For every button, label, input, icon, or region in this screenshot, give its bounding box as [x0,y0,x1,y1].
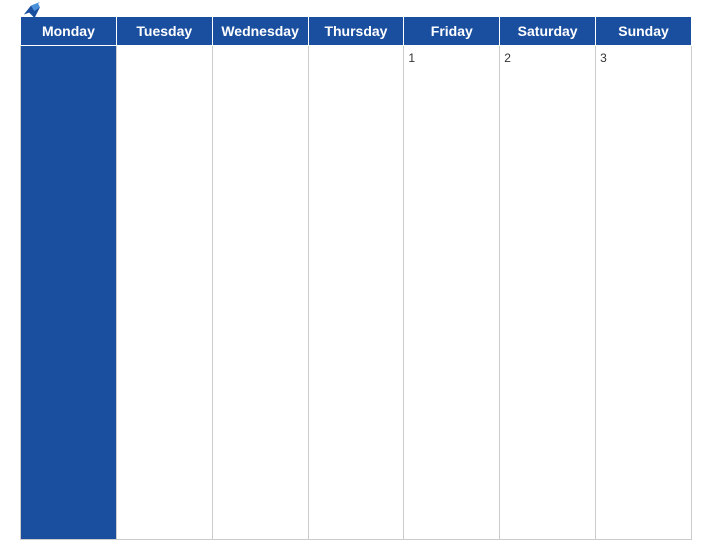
calendar-cell: 3 [596,46,692,540]
calendar-cell: 1 [404,46,500,540]
weekday-header-wednesday: Wednesday [212,17,308,46]
calendar-cell: 2 [500,46,596,540]
calendar-cell [308,46,404,540]
date-number: 1 [408,51,415,65]
weekday-header-monday: Monday [21,17,117,46]
date-number: 2 [504,51,511,65]
calendar-week-row: 1 2 3 [21,46,692,540]
logo-blue-text [20,2,40,18]
weekday-header-tuesday: Tuesday [116,17,212,46]
date-number: 3 [600,51,607,65]
logo-bird-icon [22,2,40,18]
calendar-cell [21,46,117,540]
calendar-table: MondayTuesdayWednesdayThursdayFridaySatu… [20,16,692,540]
weekday-header-row: MondayTuesdayWednesdayThursdayFridaySatu… [21,17,692,46]
weekday-header-sunday: Sunday [596,17,692,46]
calendar-cell [212,46,308,540]
logo [20,2,40,18]
weekday-header-friday: Friday [404,17,500,46]
weekday-header-saturday: Saturday [500,17,596,46]
calendar-cell [116,46,212,540]
weekday-header-thursday: Thursday [308,17,404,46]
